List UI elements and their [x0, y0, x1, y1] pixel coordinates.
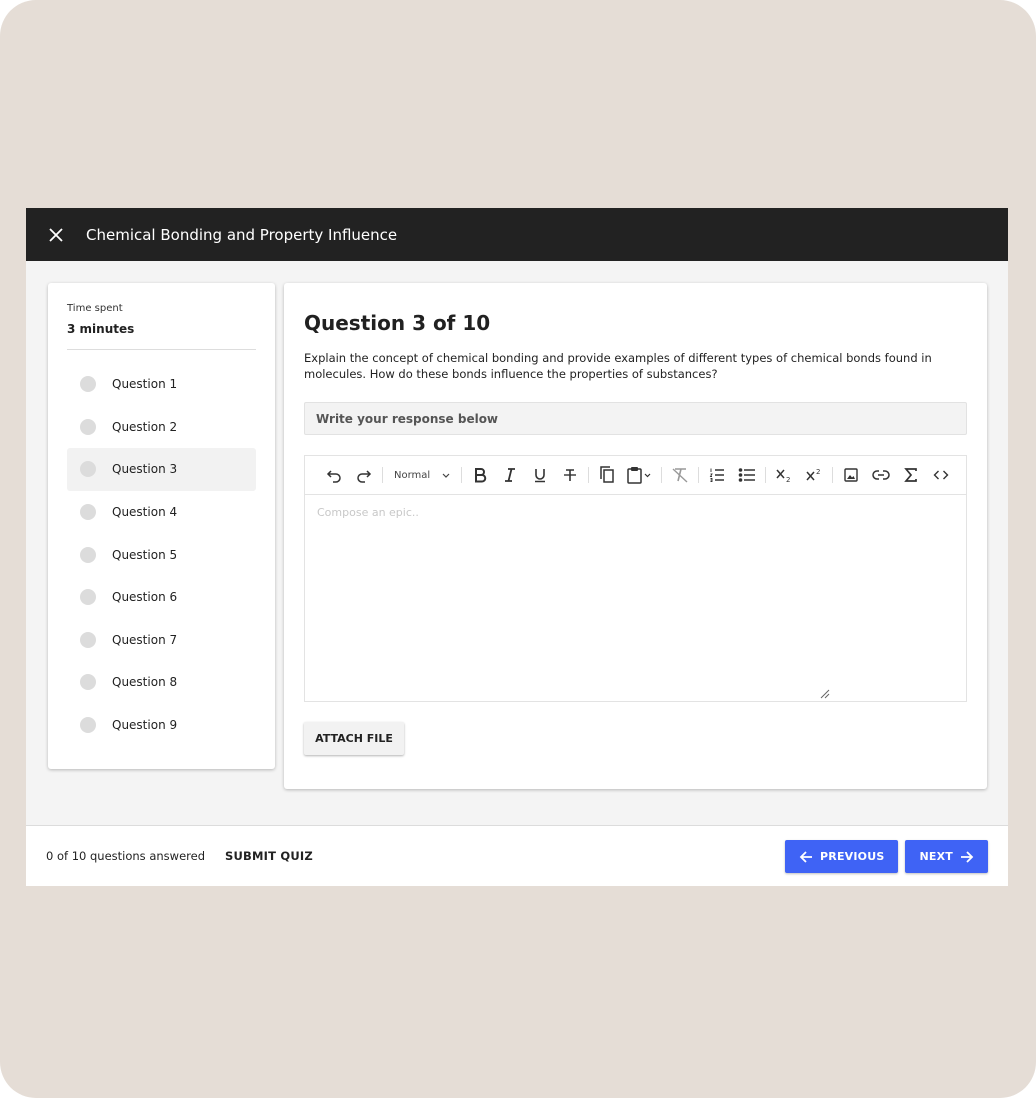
clear-format-icon[interactable]: [665, 462, 695, 488]
next-button[interactable]: NEXT: [905, 840, 988, 873]
strikethrough-icon[interactable]: [555, 462, 585, 488]
question-label: Question 3: [112, 462, 178, 477]
editor-input[interactable]: Compose an epic..: [305, 495, 966, 701]
undo-icon[interactable]: [319, 462, 349, 488]
subscript-icon[interactable]: 2: [769, 462, 799, 488]
question-label: Question 2: [112, 419, 178, 434]
superscript-icon[interactable]: 2: [799, 462, 829, 488]
divider: [67, 349, 256, 350]
page-background: Chemical Bonding and Property Influence …: [0, 0, 1036, 1098]
chevron-down-icon: [442, 473, 450, 478]
question-item-7[interactable]: Question 7: [67, 619, 256, 662]
bold-icon[interactable]: [465, 462, 495, 488]
bullet-list-icon[interactable]: [732, 462, 762, 488]
question-item-4[interactable]: Question 4: [67, 491, 256, 534]
status-dot: [80, 546, 96, 563]
question-item-1[interactable]: Question 1: [67, 363, 256, 406]
question-label: Question 1: [112, 377, 178, 392]
toolbar-separator: [832, 467, 834, 483]
question-label: Question 6: [112, 590, 178, 605]
link-icon[interactable]: [866, 462, 896, 488]
resize-handle-icon[interactable]: [820, 689, 830, 699]
next-label: NEXT: [919, 850, 953, 863]
answered-count: 0 of 10 questions answered: [46, 849, 205, 863]
toolbar-separator: [382, 467, 383, 483]
toolbar-separator: [765, 467, 767, 483]
question-label: Question 4: [112, 505, 178, 520]
editor-placeholder: Compose an epic..: [317, 506, 419, 519]
status-dot: [80, 631, 96, 648]
toolbar-separator: [661, 467, 663, 483]
redo-icon[interactable]: [349, 462, 379, 488]
question-item-8[interactable]: Question 8: [67, 661, 256, 704]
submit-quiz-button[interactable]: SUBMIT QUIZ: [225, 849, 313, 863]
image-icon[interactable]: [836, 462, 866, 488]
top-bar: Chemical Bonding and Property Influence: [26, 208, 1008, 261]
copy-icon[interactable]: [592, 462, 622, 488]
status-dot: [80, 418, 96, 435]
question-card: Question 3 of 10 Explain the concept of …: [284, 283, 987, 789]
question-item-3[interactable]: Question 3: [67, 448, 256, 491]
question-label: Question 8: [112, 675, 178, 690]
status-dot: [80, 504, 96, 521]
code-icon[interactable]: [926, 462, 956, 488]
svg-text:2: 2: [786, 476, 790, 483]
status-dot: [80, 717, 96, 734]
question-label: Question 7: [112, 632, 178, 647]
question-item-2[interactable]: Question 2: [67, 406, 256, 449]
paste-icon[interactable]: [622, 462, 658, 488]
format-select[interactable]: Normal: [386, 462, 458, 488]
question-item-5[interactable]: Question 5: [67, 533, 256, 576]
question-sidebar: Time spent 3 minutes Question 1 Question…: [48, 283, 275, 769]
quiz-title: Chemical Bonding and Property Influence: [86, 225, 398, 244]
previous-label: PREVIOUS: [820, 850, 885, 863]
quiz-window: Chemical Bonding and Property Influence …: [26, 208, 1008, 886]
rich-text-editor: Normal 2 2 Compose an epic..: [304, 455, 967, 702]
toolbar-separator: [588, 467, 590, 483]
previous-button[interactable]: PREVIOUS: [785, 840, 899, 873]
time-spent-label: Time spent: [67, 303, 123, 314]
arrow-left-icon: [799, 850, 813, 863]
format-select-value: Normal: [394, 469, 431, 481]
toolbar-separator: [461, 467, 463, 483]
question-label: Question 5: [112, 547, 178, 562]
svg-text:2: 2: [816, 468, 820, 476]
italic-icon[interactable]: [495, 462, 525, 488]
attach-file-button[interactable]: ATTACH FILE: [304, 722, 404, 755]
editor-toolbar: Normal 2 2: [305, 456, 966, 495]
question-item-9[interactable]: Question 9: [67, 704, 256, 747]
status-dot: [80, 589, 96, 606]
question-text: Explain the concept of chemical bonding …: [304, 351, 932, 381]
status-dot: [80, 461, 96, 478]
arrow-right-icon: [961, 850, 974, 863]
ordered-list-icon[interactable]: [702, 462, 732, 488]
sigma-icon[interactable]: [896, 462, 926, 488]
question-label: Question 9: [112, 718, 178, 733]
close-icon[interactable]: [44, 223, 68, 247]
response-label: Write your response below: [304, 402, 967, 435]
navigation-buttons: PREVIOUS NEXT: [785, 840, 988, 873]
question-list: Question 1 Question 2 Question 3 Questio…: [67, 363, 256, 746]
underline-icon[interactable]: [525, 462, 555, 488]
time-spent-value: 3 minutes: [67, 322, 135, 336]
toolbar-separator: [698, 467, 700, 483]
question-title: Question 3 of 10: [304, 311, 491, 335]
status-dot: [80, 674, 96, 691]
footer-bar: 0 of 10 questions answered SUBMIT QUIZ P…: [26, 825, 1008, 886]
question-item-6[interactable]: Question 6: [67, 576, 256, 619]
status-dot: [80, 376, 96, 393]
